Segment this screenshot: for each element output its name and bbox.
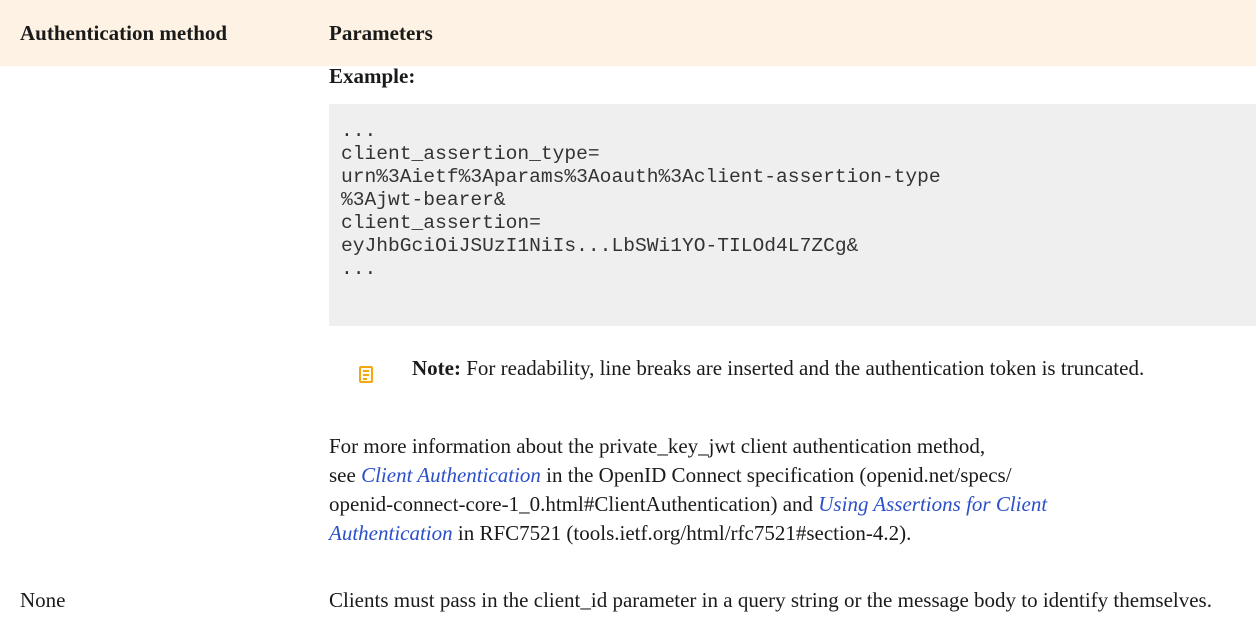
code-block: ... client_assertion_type= urn%3Aietf%3A… xyxy=(329,104,1256,326)
more-info-text2: in the OpenID Connect specification (ope… xyxy=(540,463,1012,487)
code-line: ... xyxy=(341,120,377,142)
example-label: Example: xyxy=(329,64,416,88)
more-info-text4: in RFC7521 (tools.ietf.org/html/rfc7521#… xyxy=(452,521,912,545)
note-label: Note: xyxy=(412,356,461,380)
table-header-row: Authentication method Parameters xyxy=(0,0,1256,66)
more-info-see: see xyxy=(329,463,362,487)
row-description-none: Clients must pass in the client_id param… xyxy=(329,588,1212,612)
code-line: eyJhbGciOiJSUzI1NiIs...LbSWi1YO-TILOd4L7… xyxy=(341,235,859,257)
code-line: ... xyxy=(341,258,377,280)
note-body: For readability, line breaks are inserte… xyxy=(460,356,1145,380)
code-line: client_assertion= xyxy=(341,212,541,234)
client-authentication-link[interactable]: Client Authentication xyxy=(361,463,541,487)
code-line: urn%3Aietf%3Aparams%3Aoauth%3Aclient-ass… xyxy=(341,166,941,188)
code-line: client_assertion_type= xyxy=(341,143,600,165)
note-text: Note: For readability, line breaks are i… xyxy=(412,354,1242,383)
more-info-paragraph: For more information about the private_k… xyxy=(329,432,1249,548)
code-line: %3Ajwt-bearer& xyxy=(341,189,506,211)
column-header-parameters: Parameters xyxy=(329,21,433,45)
note-icon xyxy=(359,366,373,383)
more-info-line1: For more information about the private_k… xyxy=(329,434,986,458)
using-assertions-link[interactable]: Using Assertions for Client xyxy=(818,492,1047,516)
using-assertions-link-cont[interactable]: Authentication xyxy=(329,521,453,545)
row-method-none: None xyxy=(20,588,66,612)
more-info-text3: openid-connect-core-1_0.html#ClientAuthe… xyxy=(329,492,819,516)
note-callout: Note: For readability, line breaks are i… xyxy=(329,354,1256,414)
column-header-authentication-method: Authentication method xyxy=(20,21,228,45)
